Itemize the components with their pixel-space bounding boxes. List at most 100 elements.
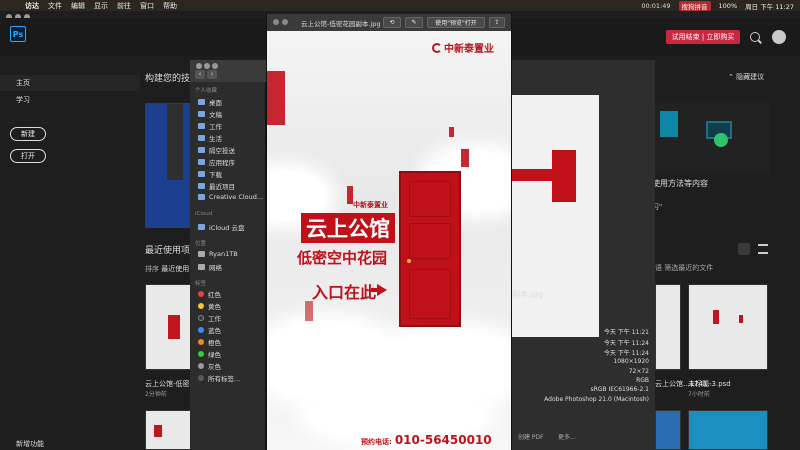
nav-home[interactable]: 主页 (0, 75, 140, 91)
sidebar-item-network[interactable]: 网络 (198, 262, 222, 272)
phone-number: 010-56450010 (394, 433, 492, 447)
menu-clock[interactable]: 周日 下午 11:27 (745, 1, 794, 11)
tag-all[interactable]: 所有标签... (198, 373, 240, 383)
search-icon[interactable] (750, 32, 760, 42)
sidebar-item-airdrop[interactable]: 隔空投送 (198, 145, 235, 155)
forward-icon[interactable]: › (207, 70, 217, 79)
new-features-link[interactable]: 新增功能 (16, 439, 44, 449)
list-view-icon[interactable] (758, 244, 768, 254)
avatar[interactable] (772, 30, 786, 44)
menu-file[interactable]: 文件 (48, 1, 62, 11)
info-row: 今天 下午 11:24 (603, 350, 649, 357)
red-block (267, 71, 285, 125)
tag-label: 灰色 (208, 363, 221, 371)
sidebar-item-ryan1tb[interactable]: Ryan1TB (198, 250, 238, 258)
recent-thumb[interactable] (655, 410, 681, 450)
recent-thumb-label[interactable]: 云上公馆-低密... (145, 379, 196, 389)
tag-green[interactable]: 绿色 (198, 349, 221, 359)
finder-toolbar: ‹ › (190, 60, 266, 82)
sidebar-item-icloud-drive[interactable]: iCloud 云盘 (198, 222, 244, 232)
menu-go[interactable]: 前往 (117, 1, 131, 11)
sidebar-item-label: 下载 (209, 171, 222, 179)
grid-view-icon[interactable] (738, 243, 750, 255)
recent-thumb[interactable] (145, 410, 195, 450)
recent-thumb-time: 2分钟前 (145, 391, 167, 398)
sidebar-item-downloads[interactable]: 下载 (198, 169, 222, 179)
recent-thumb-label[interactable]: 未标题-3.psd (688, 379, 731, 389)
tag-blue[interactable]: 蓝色 (198, 325, 221, 335)
recording-time[interactable]: 00:01:49 (641, 2, 670, 10)
sidebar-item-label: 生活 (209, 135, 222, 143)
document-icon (198, 111, 205, 117)
recent-title: 最近使用项 (145, 246, 191, 256)
red-door (399, 171, 461, 327)
sort-value[interactable]: 最近使用 (161, 265, 189, 273)
tag-orange[interactable]: 橙色 (198, 337, 221, 347)
sidebar-item-documents[interactable]: 文稿 (198, 109, 222, 119)
sidebar-item-creative-cloud[interactable]: Creative Cloud... (198, 193, 263, 201)
finder-minimize-button[interactable] (204, 63, 210, 69)
folder-icon (198, 194, 205, 200)
menu-window[interactable]: 窗口 (140, 1, 154, 11)
quicklook-window: 中新泰置业 中新泰置业 云上公馆 低密空中花园 入口在此 预约电话: 010-56… (266, 14, 512, 450)
red-block (449, 127, 454, 137)
finder-zoom-button[interactable] (212, 63, 218, 69)
tag-dot-icon (198, 351, 204, 357)
sidebar-item-desktop[interactable]: 桌面 (198, 97, 222, 107)
chevron-up-icon: ⌃ (728, 73, 737, 81)
recent-thumb[interactable] (688, 284, 768, 370)
open-button[interactable]: 打开 (10, 149, 46, 163)
recent-thumb[interactable] (145, 284, 195, 370)
input-method-badge[interactable]: 搜狗拼音 (678, 0, 711, 11)
battery-level[interactable]: 100% (719, 2, 738, 10)
rotate-icon[interactable]: ⟲ (383, 17, 401, 28)
info-row: 今天 下午 11:21 (603, 329, 649, 336)
sidebar-item-label: 隔空投送 (209, 147, 235, 155)
sidebar-item-recents[interactable]: 最近项目 (198, 181, 235, 191)
hide-suggestions-button[interactable]: ⌃ 隐藏建议 (728, 72, 764, 82)
tag-yellow[interactable]: 黄色 (198, 301, 221, 311)
tag-dot-icon (198, 339, 204, 345)
trial-buy-button[interactable]: 试用结束 | 立即购买 (666, 30, 740, 44)
sidebar-item-label: Ryan1TB (209, 250, 238, 258)
nav-learn[interactable]: 学习 (16, 95, 30, 105)
more-button[interactable]: 更多... (558, 432, 576, 441)
info-window: 副本.jpg 今天 下午 11:21 今天 下午 11:24 今天 下午 11:… (512, 60, 655, 450)
folder-icon (198, 123, 205, 129)
recent-thumb[interactable] (655, 284, 681, 370)
tag-red[interactable]: 红色 (198, 289, 221, 299)
menu-help[interactable]: 帮助 (163, 1, 177, 11)
back-icon[interactable]: ‹ (195, 70, 205, 79)
recent-thumb[interactable] (688, 410, 768, 450)
menu-finder[interactable]: 访达 (25, 1, 39, 11)
sidebar-item-label: 网络 (209, 264, 222, 272)
close-icon[interactable] (273, 19, 279, 25)
finder-close-button[interactable] (196, 63, 202, 69)
sidebar-item-work[interactable]: 工作 (198, 121, 222, 131)
markup-icon[interactable]: ✎ (405, 17, 423, 28)
filter-recent[interactable]: 语 筛选最近的文件 (655, 263, 713, 273)
desktop-icon (198, 99, 205, 105)
menu-view[interactable]: 显示 (94, 1, 108, 11)
poster-phone: 预约电话: 010-56450010 (361, 433, 492, 447)
tag-label: 橙色 (208, 339, 221, 347)
fullscreen-icon[interactable] (282, 19, 288, 25)
arrow-right-icon (377, 284, 387, 296)
tag-label: 工作 (208, 315, 221, 323)
tag-dot-icon (198, 363, 204, 369)
hide-suggestions-label: 隐藏建议 (736, 73, 765, 81)
tag-dot-icon (198, 327, 204, 333)
sidebar-item-applications[interactable]: 应用程序 (198, 157, 235, 167)
menu-edit[interactable]: 编辑 (71, 1, 85, 11)
create-pdf-button[interactable]: 创建 PDF (518, 432, 544, 441)
tag-gray[interactable]: 灰色 (198, 361, 221, 371)
share-icon[interactable]: ⇪ (489, 17, 505, 28)
tag-work[interactable]: 工作 (198, 313, 221, 323)
sort-row[interactable]: 排序 最近使用 (145, 264, 189, 274)
suggestion-card[interactable] (652, 103, 770, 173)
sidebar-item-life[interactable]: 生活 (198, 133, 222, 143)
open-with-preview-button[interactable]: 使用"预览"打开 (427, 17, 485, 28)
new-button[interactable]: 新建 (10, 127, 46, 141)
thumb-headline (512, 169, 556, 181)
info-row: 1080×1920 (613, 358, 649, 365)
